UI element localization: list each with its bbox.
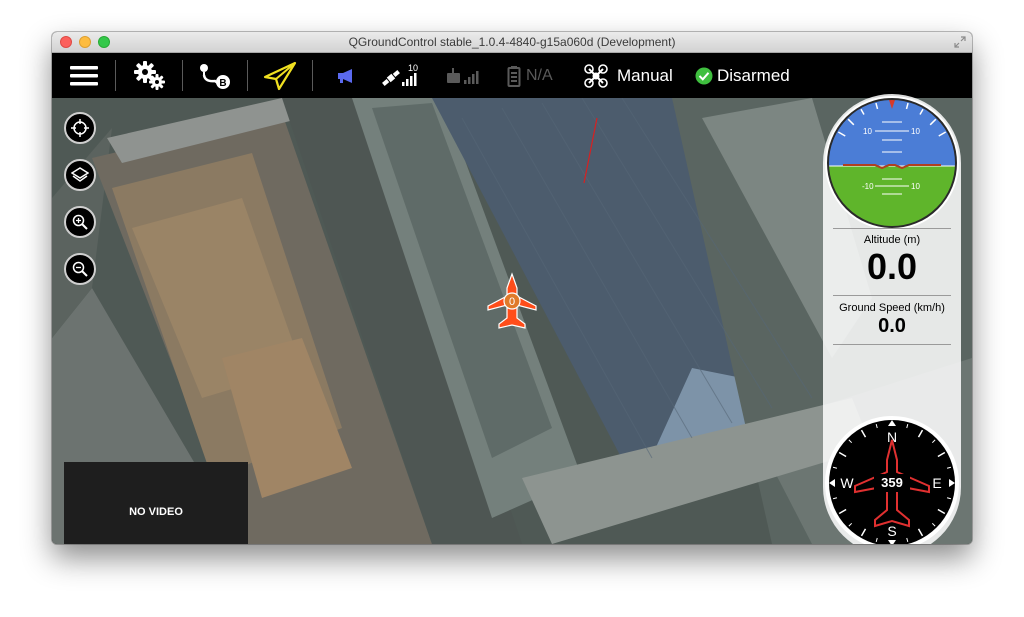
zoom-out-button[interactable]	[64, 253, 96, 285]
battery-value: N/A	[526, 66, 553, 84]
compass-west: W	[840, 475, 854, 491]
app-window: QGroundControl stable_1.0.4-4840-g15a060…	[52, 32, 972, 544]
instrument-divider	[833, 228, 951, 229]
ground-speed-value: 0.0	[878, 315, 906, 337]
center-map-button[interactable]	[64, 112, 96, 144]
menu-button[interactable]	[66, 53, 102, 98]
zoom-in-button[interactable]	[64, 206, 96, 238]
pitch-label: 10	[911, 182, 920, 191]
heading-readout: 359	[874, 474, 910, 492]
zoom-out-icon	[72, 261, 88, 277]
video-status: NO VIDEO	[129, 506, 183, 518]
title-bar: QGroundControl stable_1.0.4-4840-g15a060…	[52, 32, 972, 53]
rc-signal-icon	[447, 67, 479, 84]
arm-status-label: Disarmed	[717, 65, 790, 85]
flight-mode-selector[interactable]: Manual	[584, 53, 679, 98]
satellite-signal-icon: 10	[382, 63, 418, 86]
rc-rssi-status[interactable]	[444, 53, 486, 98]
toolbar-separator	[182, 60, 183, 91]
toolbar-separator	[115, 60, 116, 91]
check-circle-icon	[695, 67, 713, 84]
attitude-indicator: 10 10 -10 10	[825, 96, 959, 230]
window-title: QGroundControl stable_1.0.4-4840-g15a060…	[348, 35, 676, 49]
instrument-panel: 10 10 -10 10 Altitude (m) 0.0 Ground Spe…	[823, 94, 961, 544]
messages-button[interactable]	[334, 53, 358, 98]
ground-speed-label: Ground Speed (km/h)	[839, 302, 945, 314]
arm-status[interactable]: Disarmed	[695, 53, 805, 98]
setup-button[interactable]	[130, 53, 170, 98]
fullscreen-icon[interactable]	[954, 36, 966, 48]
quadcopter-icon	[584, 63, 608, 88]
toolbar-separator	[247, 60, 248, 91]
pitch-label: 10	[911, 127, 920, 136]
svg-text:B: B	[219, 78, 226, 89]
compass-east: E	[932, 475, 941, 491]
gps-count: 10	[408, 63, 418, 73]
waypoint-route-icon: B	[200, 63, 230, 89]
zoom-in-icon	[72, 214, 88, 230]
map-layers-button[interactable]	[64, 159, 96, 191]
plan-view-button[interactable]: B	[195, 53, 235, 98]
gps-status[interactable]: 10	[382, 53, 426, 98]
layers-icon	[71, 167, 89, 182]
main-toolbar: B 10 N/A Manual Disarmed	[52, 53, 972, 98]
compass-north: N	[887, 429, 897, 445]
toolbar-separator	[312, 60, 313, 91]
instrument-divider	[833, 295, 951, 296]
vehicle-marker[interactable]: 0	[486, 272, 538, 332]
gears-icon	[134, 60, 165, 90]
altitude-label: Altitude (m)	[863, 234, 921, 246]
battery-icon	[507, 65, 521, 87]
battery-status[interactable]: N/A	[507, 53, 565, 98]
hamburger-icon	[70, 65, 98, 85]
pitch-label: -10	[862, 182, 874, 191]
fly-view-button[interactable]	[260, 53, 300, 98]
paper-plane-icon	[263, 61, 297, 90]
altitude-value: 0.0	[866, 246, 918, 287]
vehicle-id: 0	[509, 296, 515, 308]
flight-mode-label: Manual	[617, 65, 673, 85]
compass-south: S	[887, 523, 896, 539]
pitch-label: 10	[863, 127, 872, 136]
instrument-divider	[833, 344, 951, 345]
megaphone-icon	[338, 68, 352, 83]
video-panel[interactable]: NO VIDEO	[64, 462, 248, 544]
crosshair-icon	[71, 119, 89, 137]
